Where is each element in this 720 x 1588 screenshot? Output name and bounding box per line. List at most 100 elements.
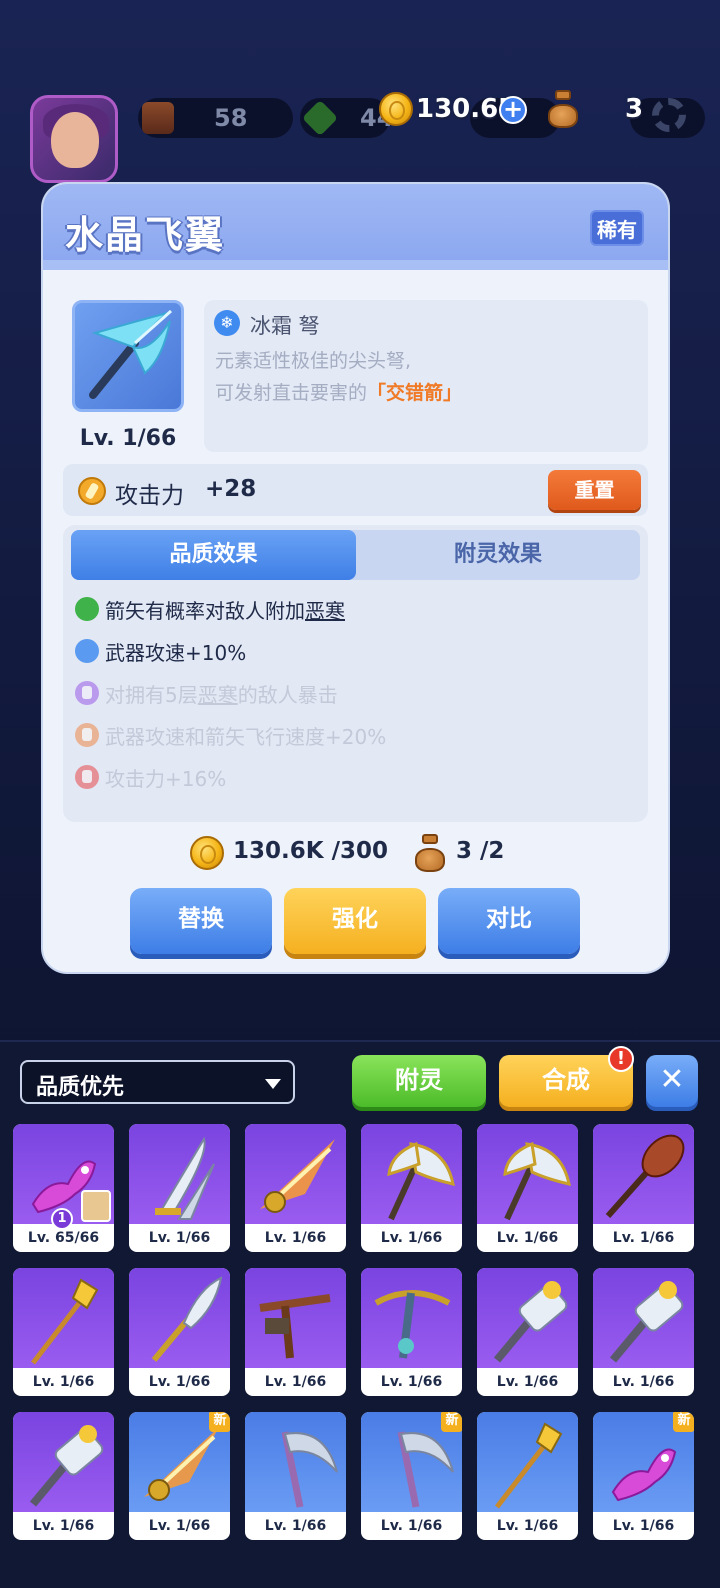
- bag-count: 3: [625, 94, 644, 124]
- close-button[interactable]: ✕: [646, 1055, 698, 1107]
- effect-keyword: 恶寒: [305, 599, 345, 623]
- rarity-badge: 稀有: [590, 210, 644, 246]
- tab-quality-effects[interactable]: 品质效果: [71, 530, 356, 580]
- weapon-art-hammer: [477, 1268, 578, 1368]
- money-bag-icon: [413, 834, 447, 872]
- inventory-item-card[interactable]: Lv. 1/66: [477, 1412, 578, 1540]
- weapon-art-club: [593, 1124, 694, 1224]
- item-detail-dialog: 水晶飞翼 稀有 Lv. 1/66 ❄ 冰霜 弩 元素适性极佳的尖头弩, 可发射直…: [43, 184, 668, 972]
- weapon-art-axe: [361, 1124, 462, 1224]
- item-level-label: Lv. 1/66: [612, 1374, 675, 1390]
- effect-text: 攻击力+16%: [105, 767, 227, 791]
- item-level-label: Lv. 1/66: [380, 1518, 443, 1534]
- effect-keyword: 恶寒: [197, 683, 238, 707]
- inventory-item-card[interactable]: Lv. 1/66: [129, 1124, 230, 1252]
- sort-dropdown[interactable]: 品质优先: [20, 1060, 295, 1104]
- description-line-2: 可发射直击要害的「交错箭」: [215, 378, 462, 405]
- effect-dot-icon: [75, 639, 99, 663]
- effect-text: 的敌人暴击: [237, 683, 338, 707]
- weapon-art-fire: [245, 1124, 346, 1224]
- description-line-1: 元素适性极佳的尖头弩,: [215, 350, 412, 372]
- new-badge: 新: [209, 1412, 230, 1432]
- bag-cost: 3 /2: [456, 838, 505, 864]
- money-bag-icon: [546, 90, 580, 128]
- enchant-button[interactable]: 附灵: [352, 1055, 486, 1107]
- frost-icon: ❄: [214, 310, 240, 336]
- item-level-label: Lv. 1/66: [612, 1518, 675, 1534]
- item-level-label: Lv. 1/66: [264, 1518, 327, 1534]
- gear-icon[interactable]: [652, 98, 686, 132]
- weapon-art-dagger: [129, 1268, 230, 1368]
- food-counter[interactable]: 58: [138, 98, 293, 138]
- element-type: 冰霜 弩: [250, 314, 320, 338]
- weapon-art-hammer: [13, 1412, 114, 1512]
- inventory-item-card[interactable]: Lv. 1/66: [129, 1268, 230, 1396]
- player-avatar[interactable]: [30, 95, 118, 183]
- item-level-label: Lv. 1/66: [148, 1518, 211, 1534]
- effect-tabs: 品质效果 附灵效果: [71, 530, 640, 580]
- compare-button[interactable]: 对比: [438, 888, 580, 954]
- equipped-badge: 1: [51, 1208, 73, 1230]
- lock-icon: [75, 681, 99, 705]
- weapon-art-spear: [13, 1268, 114, 1368]
- effect-text: 武器攻速+10%: [105, 641, 247, 665]
- replace-button[interactable]: 替换: [130, 888, 272, 954]
- gem-counter[interactable]: 44: [300, 98, 393, 138]
- inventory-item-card[interactable]: Lv. 1/66: [245, 1124, 346, 1252]
- inventory-item-card[interactable]: Lv. 1/66: [593, 1124, 694, 1252]
- alert-badge: !: [608, 1046, 634, 1072]
- attack-value: +28: [205, 476, 257, 502]
- inventory-item-card[interactable]: Lv. 1/66: [13, 1268, 114, 1396]
- item-level-label: Lv. 1/66: [612, 1230, 675, 1246]
- chevron-down-icon: [265, 1079, 281, 1089]
- inventory-item-card[interactable]: Lv. 1/66: [361, 1124, 462, 1252]
- item-level-label: Lv. 1/66: [496, 1374, 559, 1390]
- inventory-item-card[interactable]: Lv. 1/66: [593, 1268, 694, 1396]
- attack-label: 攻击力: [115, 483, 184, 509]
- upgrade-button[interactable]: 强化: [284, 888, 426, 954]
- new-badge: 新: [441, 1412, 462, 1432]
- item-level-label: Lv. 1/66: [380, 1230, 443, 1246]
- effect-dot-icon: [75, 597, 99, 621]
- item-level-label: Lv. 1/66: [380, 1374, 443, 1390]
- weapon-art-scythe: [245, 1412, 346, 1512]
- weapon-art-xbow: [245, 1268, 346, 1368]
- green-gem-icon: [301, 99, 339, 137]
- inventory-item-card[interactable]: Lv. 1/66: [245, 1268, 346, 1396]
- effect-text: 箭矢有概率对敌人附加: [105, 599, 305, 623]
- weapon-art-xbow2: [361, 1268, 462, 1368]
- inventory-item-card[interactable]: Lv. 1/66: [245, 1412, 346, 1540]
- tab-enchant-effects[interactable]: 附灵效果: [356, 530, 640, 580]
- gold-coin-icon: [379, 92, 413, 126]
- reset-button[interactable]: 重置: [548, 470, 641, 510]
- inventory-item-card[interactable]: Lv. 65/66 1: [13, 1124, 114, 1252]
- item-level-label: Lv. 1/66: [148, 1374, 211, 1390]
- hero-avatar-icon: [81, 1190, 111, 1222]
- new-badge: 新: [673, 1412, 694, 1432]
- inventory-item-card[interactable]: Lv. 1/66: [477, 1124, 578, 1252]
- item-level-label: Lv. 1/66: [264, 1374, 327, 1390]
- food-count: 58: [214, 104, 248, 132]
- inventory-item-card[interactable]: Lv. 1/66: [361, 1268, 462, 1396]
- item-level-label: Lv. 1/66: [32, 1518, 95, 1534]
- inventory-item-card[interactable]: Lv. 1/66 新: [361, 1412, 462, 1540]
- item-level-label: Lv. 1/66: [496, 1230, 559, 1246]
- weapon-art-blades: [129, 1124, 230, 1224]
- cake-icon: [142, 102, 174, 134]
- sort-label: 品质优先: [36, 1075, 125, 1100]
- inventory-item-card[interactable]: Lv. 1/66 新: [129, 1412, 230, 1540]
- item-level-label: Lv. 1/66: [148, 1230, 211, 1246]
- dialog-header: 水晶飞翼 稀有: [43, 184, 668, 270]
- weapon-icon: [72, 300, 184, 412]
- effect-text: 武器攻速和箭矢飞行速度+20%: [105, 725, 387, 749]
- inventory-item-card[interactable]: Lv. 1/66: [13, 1412, 114, 1540]
- weapon-art-spear: [477, 1412, 578, 1512]
- lock-icon: [75, 723, 99, 747]
- inventory-item-card[interactable]: Lv. 1/66 新: [593, 1412, 694, 1540]
- item-level-label: Lv. 1/66: [32, 1374, 95, 1390]
- gold-coin-icon: [190, 836, 224, 870]
- item-level-label: Lv. 1/66: [264, 1230, 327, 1246]
- weapon-art-hammer: [593, 1268, 694, 1368]
- inventory-item-card[interactable]: Lv. 1/66: [477, 1268, 578, 1396]
- add-gold-button[interactable]: +: [499, 96, 527, 124]
